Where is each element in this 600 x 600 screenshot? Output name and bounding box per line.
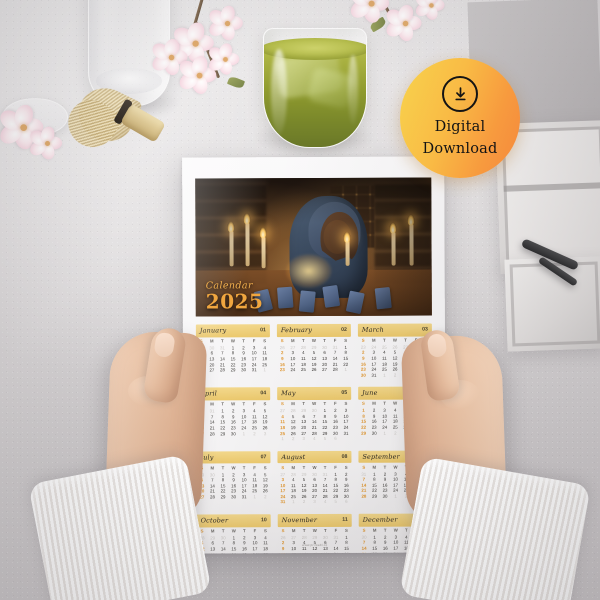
digital-download-badge[interactable]: Digital Download [400, 58, 520, 178]
product-mockup-scene: Calendar 2025 January01SMTWTFS2930311234… [0, 0, 600, 600]
badge-line-2: Download [422, 140, 498, 157]
download-icon [442, 76, 478, 113]
badge-line-1: Digital [434, 119, 486, 136]
